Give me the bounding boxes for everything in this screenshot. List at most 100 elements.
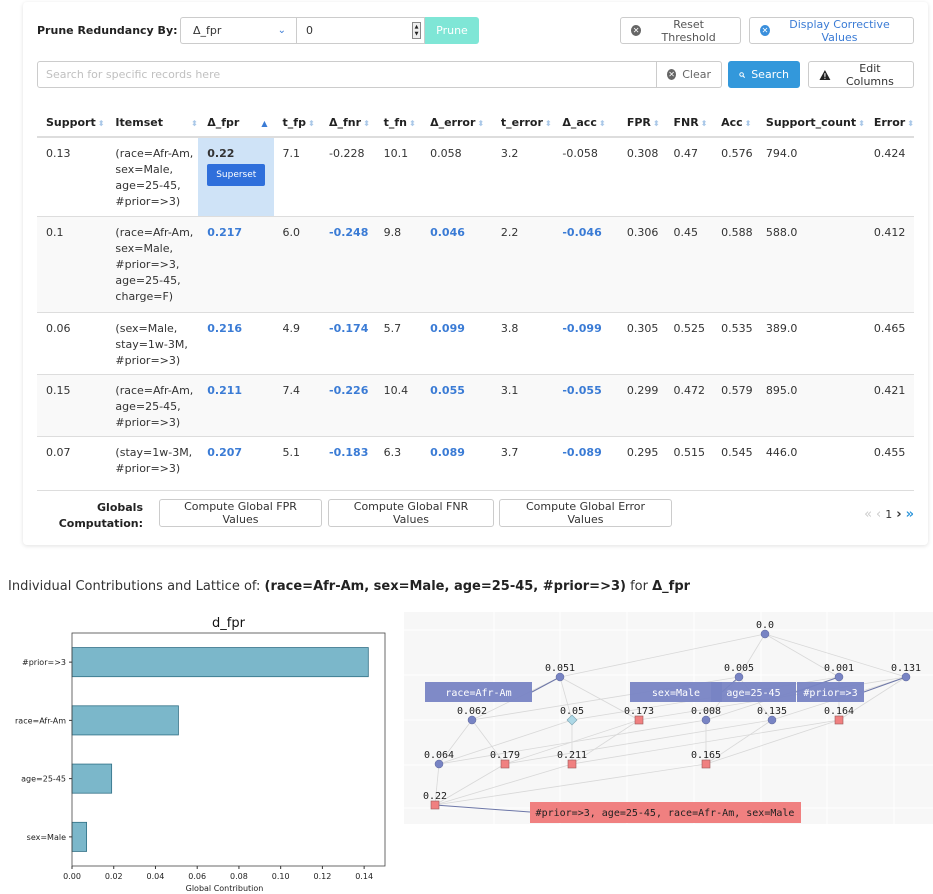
title-metric: Δ_fpr	[652, 579, 691, 594]
sort-asc-icon[interactable]: ▲	[261, 119, 267, 128]
sort-icon[interactable]: ⬍	[477, 119, 484, 128]
spin-down-icon[interactable]: ▼	[415, 31, 419, 38]
table-row[interactable]: 0.1 (race=Afr-Am, sex=Male, #prior=>3, age=2…	[37, 216, 914, 313]
lattice-node[interactable]	[834, 672, 844, 682]
superset-button[interactable]: Superset	[207, 164, 266, 186]
cell-fnr: 0.45	[664, 216, 713, 313]
column-header-label: Δ_acc	[562, 115, 597, 129]
cell-d-error: 0.099	[421, 312, 492, 375]
column-header[interactable]: Support_count ⬍	[756, 108, 865, 138]
itemset-table-card: Prune Redundancy By: Δ_fpr ⌄ 0 ▲ ▼ Prune …	[23, 2, 928, 545]
column-header[interactable]: FPR ⬍	[617, 108, 665, 138]
display-corrective-values-button[interactable]: ✕ Display Corrective Values	[749, 17, 914, 44]
lattice-node[interactable]	[567, 759, 577, 769]
sort-icon[interactable]: ⬍	[907, 119, 914, 128]
compute-global-fnr-button[interactable]: Compute Global FNR Values	[328, 499, 494, 527]
column-header-label: Δ_error	[430, 115, 476, 129]
contributions-title: Individual Contributions and Lattice of:…	[8, 579, 690, 594]
column-header[interactable]: Δ_error ⬍	[421, 108, 492, 138]
compute-global-error-button[interactable]: Compute Global Error Values	[499, 499, 672, 527]
lattice-node[interactable]	[701, 759, 711, 769]
sort-icon[interactable]: ⬍	[599, 119, 606, 128]
bar	[71, 763, 113, 794]
search-button[interactable]: Search	[728, 61, 800, 88]
sort-icon[interactable]: ⬍	[701, 119, 708, 128]
search-group: ✕ Clear	[37, 61, 722, 88]
cell-t-fn: 5.7	[374, 312, 422, 375]
lattice-node[interactable]	[434, 759, 444, 769]
cell-fnr: 0.47	[664, 137, 713, 217]
first-page-icon[interactable]: «	[864, 507, 872, 522]
cell-d-fnr: -0.174	[320, 312, 375, 375]
node-value-label: 0.211	[557, 750, 587, 761]
sort-icon[interactable]: ⬍	[98, 119, 105, 128]
edit-columns-button[interactable]: Edit Columns	[808, 61, 914, 88]
cell-itemset: (stay=1w-3M, #prior=>3)	[106, 436, 199, 491]
next-page-icon[interactable]: ›	[896, 507, 901, 522]
table-row[interactable]: 0.06 (sex=Male, stay=1w-3M, #prior=>3) 0.216…	[37, 312, 914, 375]
lattice-node[interactable]	[767, 715, 777, 725]
cell-d-fpr: 0.217	[198, 216, 274, 313]
cell-error: 0.421	[864, 374, 914, 437]
globals-computation-label: Globals Computation:	[53, 500, 143, 532]
threshold-value: 0	[306, 24, 313, 37]
number-spinner[interactable]: ▲ ▼	[412, 22, 421, 39]
lattice-node[interactable]	[430, 800, 440, 810]
last-page-icon[interactable]: »	[906, 507, 914, 522]
cell-acc: 0.579	[712, 374, 757, 437]
cell-itemset: (race=Afr-Am, sex=Male, #prior=>3, age=25-4…	[106, 216, 199, 313]
lattice-node[interactable]	[500, 759, 510, 769]
metric-select[interactable]: Δ_fpr ⌄	[180, 17, 296, 44]
sort-icon[interactable]: ⬍	[653, 119, 660, 128]
cell-itemset: (race=Afr-Am, sex=Male, age=25-45, #prior=>…	[106, 137, 199, 217]
threshold-input[interactable]: 0 ▲ ▼	[296, 17, 425, 44]
column-header[interactable]: Δ_acc ⬍	[553, 108, 618, 138]
x-tick-label: 0.02	[105, 872, 123, 881]
column-header-label: Acc	[721, 115, 743, 129]
column-header[interactable]: Δ_fpr ▲	[198, 108, 274, 138]
column-header[interactable]: Acc ⬍	[712, 108, 757, 138]
column-header[interactable]: Support ⬍	[37, 108, 107, 138]
lattice-node[interactable]	[701, 715, 711, 725]
prev-page-icon[interactable]: ‹	[876, 507, 881, 522]
sort-icon[interactable]: ⬍	[191, 119, 198, 128]
lattice-node[interactable]	[634, 715, 644, 725]
lattice-node[interactable]	[555, 672, 565, 682]
sort-icon[interactable]: ⬍	[858, 119, 865, 128]
clear-button[interactable]: ✕ Clear	[657, 61, 722, 88]
sort-icon[interactable]: ⬍	[409, 119, 416, 128]
lattice-node[interactable]	[834, 715, 844, 725]
spin-up-icon[interactable]: ▲	[415, 24, 419, 31]
column-header[interactable]: Error ⬍	[864, 108, 914, 138]
cell-d-fnr: -0.226	[320, 374, 375, 437]
table-row[interactable]: 0.07 (stay=1w-3M, #prior=>3) 0.207 5.1 -0.183…	[37, 436, 914, 491]
column-header[interactable]: FNR ⬍	[664, 108, 713, 138]
cell-t-fn: 10.4	[374, 374, 422, 437]
compute-global-fpr-button[interactable]: Compute Global FPR Values	[159, 499, 322, 527]
lattice-node[interactable]	[760, 629, 770, 639]
reset-threshold-button[interactable]: ✕ Reset Threshold	[620, 17, 741, 44]
current-page[interactable]: 1	[885, 508, 892, 521]
sort-icon[interactable]: ⬍	[308, 119, 315, 128]
table-row[interactable]: 0.13 (race=Afr-Am, sex=Male, age=25-45, #pri…	[37, 137, 914, 217]
node-value-label: 0.005	[724, 663, 754, 674]
lattice-node[interactable]	[467, 715, 477, 725]
column-header[interactable]: t_error ⬍	[491, 108, 554, 138]
sort-icon[interactable]: ⬍	[545, 119, 552, 128]
lattice-node[interactable]	[901, 672, 911, 682]
sort-icon[interactable]: ⬍	[745, 119, 752, 128]
x-tick-label: 0.08	[230, 872, 248, 881]
column-header[interactable]: t_fn ⬍	[374, 108, 422, 138]
column-header[interactable]: t_fp ⬍	[273, 108, 320, 138]
search-input[interactable]	[37, 61, 657, 88]
cell-t-error: 3.7	[491, 436, 554, 491]
prune-button[interactable]: Prune	[425, 17, 479, 44]
column-header-label: Support_count	[765, 115, 857, 129]
contribution-bar-chart: d_fpr #prior=>3 race=Afr-Am age=25-45 sex=Ma…	[15, 616, 386, 893]
cell-error: 0.412	[864, 216, 914, 313]
sort-icon[interactable]: ⬍	[363, 119, 370, 128]
column-header[interactable]: Δ_fnr ⬍	[320, 108, 375, 138]
table-row[interactable]: 0.15 (race=Afr-Am, age=25-45, #prior=>3) 0.2…	[37, 374, 914, 437]
lattice-node[interactable]	[734, 672, 744, 682]
column-header[interactable]: Itemset ⬍	[106, 108, 199, 138]
